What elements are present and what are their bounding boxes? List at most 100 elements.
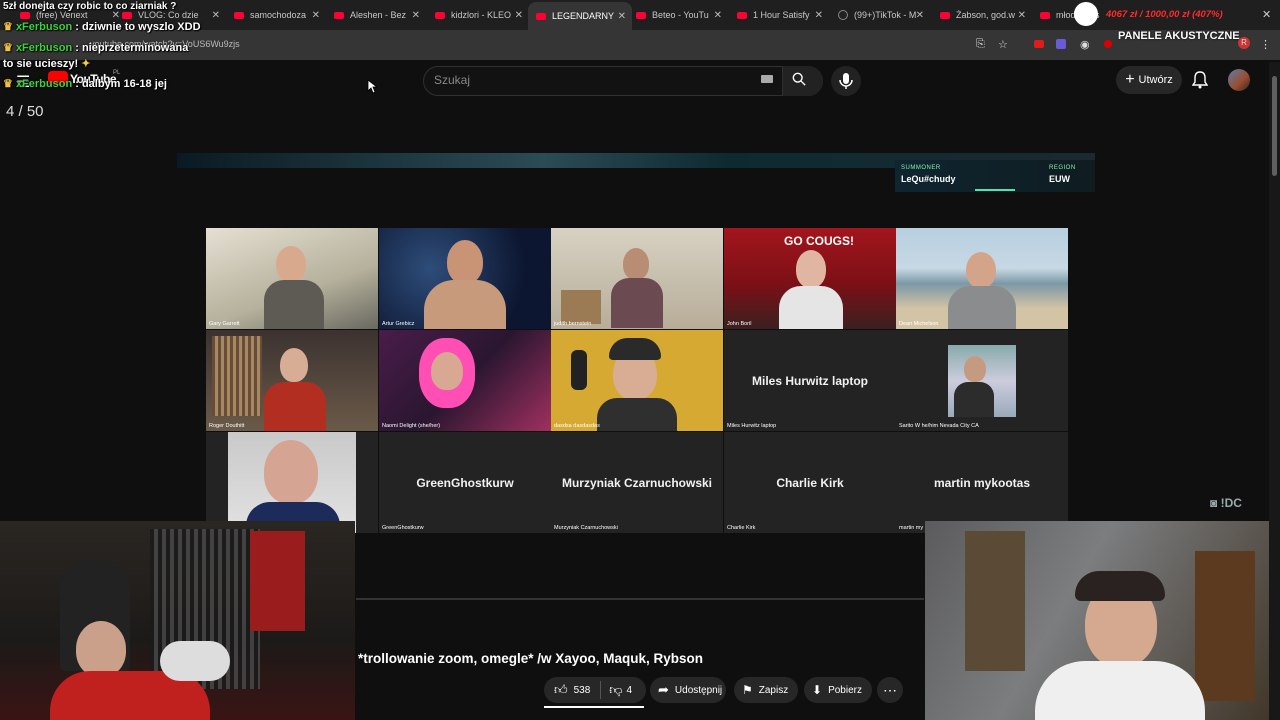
extension-youtube-icon[interactable] [1034,40,1044,48]
close-tab-icon[interactable]: ✕ [815,10,823,21]
close-tab-icon[interactable]: ✕ [916,10,924,21]
participant-body [779,286,843,329]
streamer-face [76,621,126,677]
zoom-tile: Sarito W he/him Nevada City CA [896,330,1068,431]
chat-message: to sie ucieszy! ✦ [3,57,90,70]
region-value: EUW [1049,174,1070,184]
chat-text: to sie ucieszy! [3,58,79,70]
headphones-icon [609,338,661,360]
zoom-tile: Gary Garrett [206,228,378,329]
browser-tab[interactable]: samochodoza ✕ [234,4,320,26]
participant-video [276,246,306,282]
zoom-tile [206,432,378,533]
keyboard-icon[interactable] [761,75,773,83]
dog [160,641,230,681]
share-button[interactable]: ➦ Udostępnij [650,677,726,703]
streamer-hair [1075,571,1165,601]
discord-icon: ◙ [1210,496,1218,510]
zoom-tile: martin mykootas martin my [896,432,1068,533]
browser-tab[interactable]: kidzlori - KLEO ✕ [435,4,523,26]
participant-name: GreenGhostkurw [382,525,424,531]
background-red-booth [250,531,305,631]
close-tab-icon[interactable]: ✕ [1018,10,1026,21]
browser-tab[interactable]: Aleshen - Bez ✕ [334,4,420,26]
tab-label: 1 Hour Satisfy [753,10,810,20]
save-button[interactable]: ⚑ Zapisz [734,677,798,703]
browser-menu-icon[interactable]: ⋮ [1260,38,1271,51]
tab-label: (99+)TikTok - M [854,10,917,20]
notifications-bell-icon[interactable] [1192,71,1208,89]
browser-tab[interactable]: Beteo - YouTu ✕ [636,4,722,26]
participant-name: Sarito W he/him Nevada City CA [899,423,979,429]
zoom-tile: Miles Hurwitz laptop Miles Hurwitz lapto… [724,330,896,431]
download-button[interactable]: ⬇ Pobierz [804,677,872,703]
background-door [1195,551,1255,701]
zoom-tile: dasdsa dasdasdas [551,330,723,431]
discord-tag-text: !DC [1220,496,1242,510]
zoom-tile: Naomi Delight (she/her) [379,330,551,431]
scrollbar-thumb[interactable] [1272,76,1277,176]
search-icon [792,72,806,86]
close-tab-icon[interactable]: ✕ [212,10,220,21]
chat-text: : nieprzeterminowana [75,42,189,54]
window-close-icon[interactable]: ✕ [1262,8,1271,21]
browser-tab[interactable]: 1 Hour Satisfy ✕ [737,4,823,26]
participant-video [280,348,308,382]
search-placeholder: Szukaj [434,73,471,87]
participant-video [796,250,826,288]
like-dislike-group: 👍︎ 538 👎︎ 4 [544,677,646,703]
participant-display-name: Miles Hurwitz laptop [751,373,868,388]
extension-dark-icon[interactable]: ◉ [1080,38,1090,51]
close-tab-icon[interactable]: ✕ [714,10,722,21]
participant-name: Artur Grebicz [382,321,415,327]
profile-avatar-icon[interactable]: R [1238,37,1250,49]
extension-purple-icon[interactable] [1056,39,1066,49]
close-tab-icon[interactable]: ✕ [618,11,626,22]
participant-body [424,280,506,329]
streamer-webcam-right [925,521,1280,720]
zoom-tile: judith bernstein [551,228,723,329]
participant-display-name: martin mykootas [933,475,1031,490]
account-avatar[interactable] [1228,69,1250,91]
create-button[interactable]: + Utwórz [1116,66,1182,94]
close-tab-icon[interactable]: ✕ [312,10,320,21]
youtube-favicon-icon [20,11,30,19]
participant-face [964,356,986,382]
save-label: Zapisz [758,684,789,696]
participant-video [431,352,463,390]
participant-name: Charlie Kirk [727,525,756,531]
browser-tab[interactable]: (99+)TikTok - M ✕ [838,4,924,26]
more-actions-button[interactable]: ⋯ [877,677,903,703]
zoom-tile: Roger Douthitt [206,330,378,431]
participant-name: Roger Douthitt [209,423,245,429]
browser-tab[interactable]: Żabson, god.w ✕ [940,4,1026,26]
dislike-count[interactable]: 4 [626,685,632,696]
like-count[interactable]: 538 [574,685,591,696]
extension-red-icon[interactable] [1104,40,1112,48]
like-icon[interactable]: 👍︎ [554,682,568,698]
download-icon: ⬇ [812,683,823,697]
mouse-pointer-icon [367,79,377,94]
chat-text: : dziwnie to wyszlo XDD [75,21,201,33]
participant-body [264,382,326,431]
voice-search-button[interactable] [831,66,861,96]
chat-message: ♛ xFerbuson : dalbym 16-18 jej [3,77,167,90]
create-label: Utwórz [1138,74,1173,86]
chat-badge-icon: ♛ [3,42,13,54]
share-icon: ➦ [658,682,669,697]
chat-badge-icon: ♛ [3,78,13,90]
panele-akustyczne-overlay: PANELE AKUSTYCZNE [1118,30,1240,42]
browser-tab-active[interactable]: LEGENDARNY ✕ [528,2,632,30]
participant-name: Naomi Delight (she/her) [382,423,441,429]
region-label: REGION [1049,165,1076,171]
chat-username: xFerbuson [15,42,73,54]
participant-display-name: Charlie Kirk [776,475,844,490]
close-tab-icon[interactable]: ✕ [515,10,523,21]
background-bookshelf [212,336,262,416]
close-tab-icon[interactable]: ✕ [412,10,420,21]
dislike-icon[interactable]: 👎︎ [609,682,622,698]
bookmark-star-icon[interactable]: ☆ [998,38,1008,51]
participant-display-name: Murzyniak Czarnuchowski [561,475,713,490]
install-app-icon[interactable]: ⎘ [976,38,985,51]
video-progress-track[interactable] [356,598,924,600]
